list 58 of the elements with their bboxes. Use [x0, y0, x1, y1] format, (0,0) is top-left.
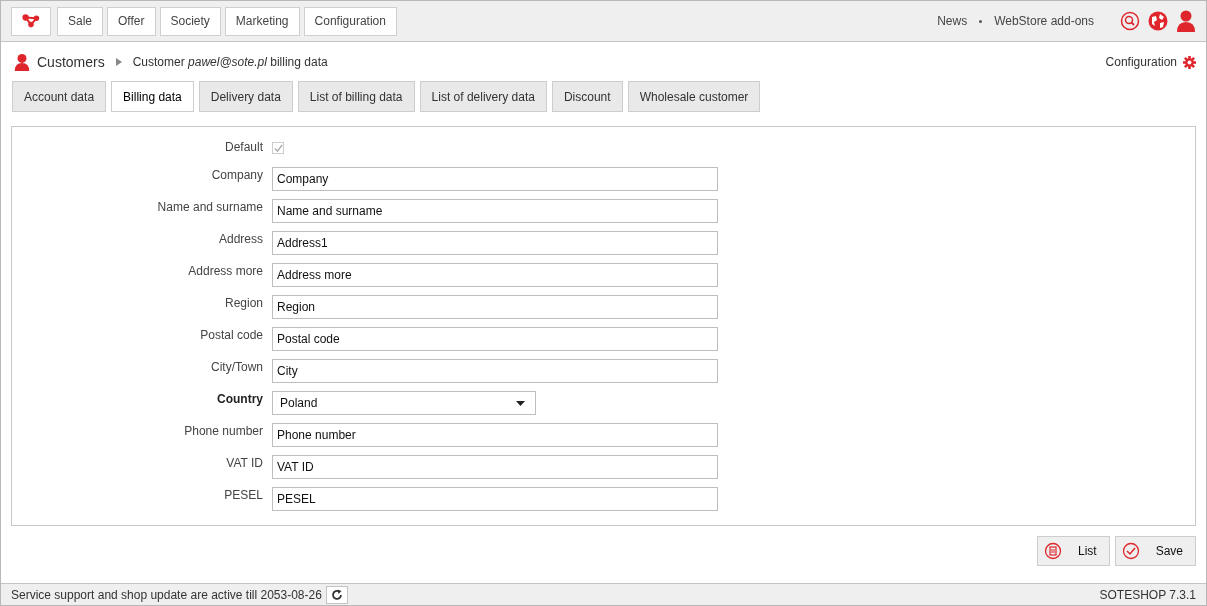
field-label: Default	[223, 139, 263, 155]
caret-icon	[114, 58, 123, 66]
tab[interactable]: Wholesale customer	[627, 81, 761, 112]
action-button[interactable]: Save	[1114, 536, 1196, 566]
tab[interactable]: Account data	[12, 81, 107, 112]
field-label: VAT ID	[225, 455, 263, 471]
field-label: Region	[223, 295, 263, 311]
field-label: PESEL	[223, 487, 263, 503]
refresh-icon	[330, 588, 343, 601]
field-label: Company	[210, 167, 263, 183]
top-link[interactable]: WebStore add-ons	[994, 14, 1094, 28]
menu-button[interactable]: Offer	[107, 6, 156, 36]
tab[interactable]: List of delivery data	[419, 81, 547, 112]
menu-button[interactable]: Society	[159, 6, 221, 36]
action-button[interactable]: List	[1036, 536, 1110, 566]
field-label: Address more	[187, 263, 263, 279]
globe-icon[interactable]	[1148, 11, 1168, 31]
settings-icon[interactable]	[1183, 55, 1196, 69]
menu-button[interactable]: Marketing	[224, 6, 300, 36]
menu-button[interactable]: Sale	[57, 6, 104, 36]
input-field[interactable]: Postal code	[272, 327, 718, 351]
search-icon[interactable]	[1120, 11, 1140, 31]
tab[interactable]: Billing data	[111, 81, 194, 112]
top-link[interactable]: News	[937, 14, 968, 28]
input-field[interactable]: Phone number	[272, 423, 718, 447]
version-label: SOTESHOP 7.3.1	[1099, 587, 1196, 602]
menu-button[interactable]: Configuration	[303, 6, 397, 36]
user-icon	[13, 53, 31, 71]
input-field[interactable]: PESEL	[272, 487, 718, 511]
status-message: Service support and shop update are active till 2053-08-26	[11, 587, 322, 602]
field-label: Address	[217, 231, 263, 247]
input-field[interactable]: VAT ID	[272, 455, 718, 479]
user-icon[interactable]	[1176, 10, 1196, 32]
dropdown[interactable]: Poland	[272, 391, 536, 415]
field-label: Name and surname	[156, 199, 263, 215]
document-icon	[1043, 542, 1062, 560]
logo-button[interactable]	[11, 6, 51, 36]
field-label: Phone number	[183, 423, 263, 439]
input-field[interactable]: City	[272, 359, 718, 383]
configuration-link[interactable]: Configuration	[1105, 55, 1177, 69]
input-field[interactable]: Address1	[272, 231, 718, 255]
tab[interactable]: List of billing data	[297, 81, 415, 112]
field-label: City/Town	[210, 359, 263, 375]
caret-icon	[516, 400, 525, 406]
tab[interactable]: Discount	[551, 81, 623, 112]
network-icon	[22, 13, 40, 29]
input-field[interactable]: Address more	[272, 263, 718, 287]
refresh-button[interactable]	[325, 585, 348, 604]
input-field[interactable]: Region	[272, 295, 718, 319]
input-field[interactable]: Company	[272, 167, 718, 191]
field-label: Postal code	[199, 327, 263, 343]
page-title: Customer pawel@sote.pl billing data	[132, 55, 328, 69]
check-icon	[1121, 542, 1140, 560]
breadcrumb-link[interactable]: Customers	[37, 54, 105, 70]
tab[interactable]: Delivery data	[198, 81, 293, 112]
field-label: Country	[216, 391, 263, 407]
separator-dot	[979, 19, 983, 23]
input-field[interactable]: Name and surname	[272, 199, 718, 223]
